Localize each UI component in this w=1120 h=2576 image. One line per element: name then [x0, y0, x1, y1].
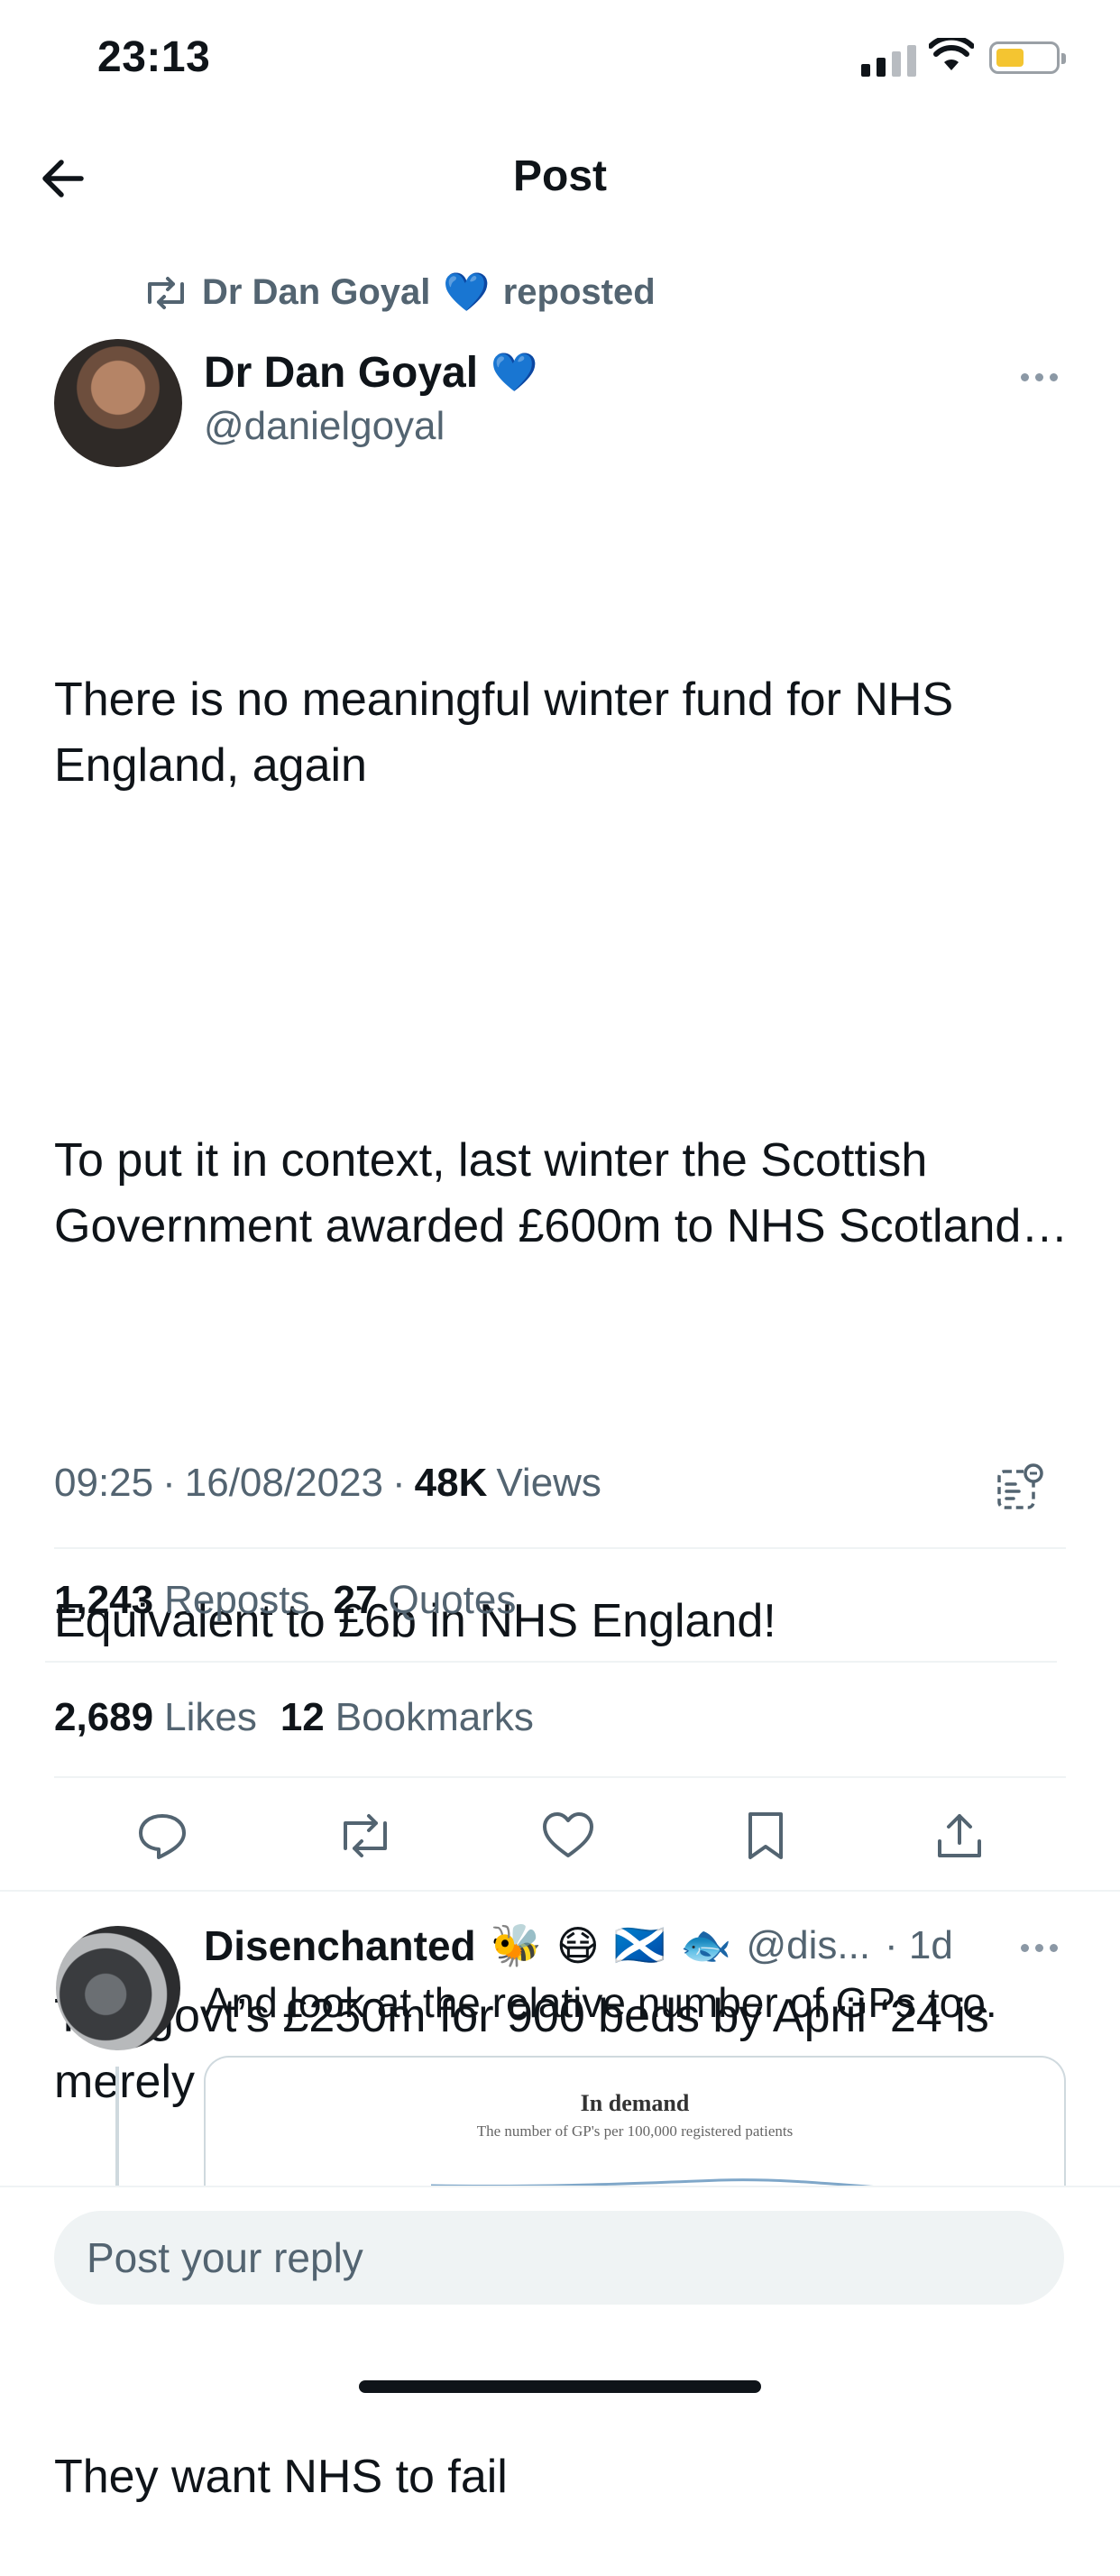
- post-time: 09:25: [54, 1461, 154, 1505]
- fish-emoji: 🐟: [680, 1921, 732, 1968]
- more-options-icon[interactable]: [1021, 1944, 1058, 1952]
- reply-avatar[interactable]: [56, 1926, 180, 2050]
- repost-icon[interactable]: [336, 1809, 394, 1863]
- likes-stat[interactable]: 2,689 Likes: [54, 1695, 257, 1740]
- scotland-flag-emoji: 🏴󠁧󠁢󠁳󠁣󠁴󠁿: [613, 1921, 666, 1968]
- repost-context: Dr Dan Goyal 💙 reposted: [142, 270, 656, 315]
- reposts-label: Reposts: [164, 1578, 310, 1622]
- stats-row-1: 1,243 Reposts 27 Quotes: [54, 1578, 516, 1623]
- card-chart-title: In demand: [580, 2090, 690, 2116]
- quotes-stat[interactable]: 27 Quotes: [334, 1578, 517, 1623]
- reply-age: · 1d: [885, 1922, 953, 1967]
- reply-icon[interactable]: [135, 1809, 189, 1863]
- reply-input[interactable]: [54, 2211, 1064, 2305]
- card-chart-subtitle: The number of GP's per 100,000 registere…: [476, 2122, 794, 2140]
- likes-label: Likes: [164, 1695, 257, 1739]
- reply-media-card[interactable]: In demand The number of GP's per 100,000…: [204, 2056, 1066, 2202]
- views-count: 48K: [414, 1461, 488, 1505]
- analytics-icon[interactable]: [996, 1462, 1046, 1513]
- avatar[interactable]: [54, 339, 182, 467]
- bookmark-icon[interactable]: [743, 1809, 788, 1863]
- divider: [54, 1547, 1066, 1549]
- divider: [54, 1776, 1066, 1778]
- mask-face-emoji: 😷: [555, 1921, 600, 1969]
- reply-author-name[interactable]: Disenchanted: [204, 1921, 476, 1970]
- page-title: Post: [512, 152, 607, 200]
- home-indicator[interactable]: [359, 2380, 761, 2393]
- blue-heart-emoji: 💙: [491, 351, 538, 393]
- bookmarks-stat[interactable]: 12 Bookmarks: [280, 1695, 534, 1740]
- post-paragraph: They want NHS to fail: [54, 2451, 508, 2503]
- views-label: Views: [496, 1461, 601, 1505]
- post-date: 16/08/2023: [184, 1461, 383, 1505]
- post-paragraph: There is no meaningful winter fund for N…: [54, 674, 967, 792]
- arrow-left-icon[interactable]: [36, 151, 90, 206]
- wifi-icon: [929, 38, 974, 70]
- reposts-stat[interactable]: 1,243 Reposts: [54, 1578, 310, 1623]
- reply-header[interactable]: Disenchanted 🐝 😷 🏴󠁧󠁢󠁳󠁣󠁴󠁿 🐟 @dis... · 1d: [204, 1921, 953, 1970]
- battery-icon: [989, 41, 1066, 74]
- post-paragraph: To put it in context, last winter the Sc…: [54, 1134, 1069, 1252]
- action-bar: [54, 1809, 1066, 1863]
- author-handle[interactable]: @danielgoyal: [204, 404, 445, 449]
- share-icon[interactable]: [934, 1809, 985, 1863]
- quotes-count: 27: [333, 1578, 378, 1622]
- blue-heart-emoji: 💙: [443, 270, 491, 313]
- bee-emoji: 🐝: [490, 1921, 542, 1968]
- bookmarks-count: 12: [280, 1695, 325, 1739]
- quotes-label: Quotes: [388, 1578, 517, 1622]
- post-meta: 09:25 · 16/08/2023 · 48K Views: [54, 1461, 601, 1505]
- repost-icon: [148, 276, 184, 309]
- likes-count: 2,689: [54, 1695, 154, 1739]
- divider: [0, 1890, 1120, 1892]
- repost-suffix: reposted: [502, 272, 656, 312]
- reposter-name[interactable]: Dr Dan Goyal: [202, 272, 430, 313]
- bookmarks-label: Bookmarks: [335, 1695, 534, 1739]
- cellular-signal-icon: [861, 45, 916, 77]
- more-options-icon[interactable]: [1021, 373, 1058, 381]
- like-heart-icon[interactable]: [540, 1809, 596, 1863]
- author-name-row[interactable]: Dr Dan Goyal 💙: [204, 348, 537, 398]
- divider: [45, 1661, 1057, 1663]
- reply-text: And look at the relative number of GPs t…: [204, 1979, 997, 2026]
- stats-row-2: 2,689 Likes 12 Bookmarks: [54, 1695, 534, 1740]
- author-name[interactable]: Dr Dan Goyal: [204, 348, 478, 398]
- status-time: 23:13: [97, 33, 211, 81]
- thread-connector-line: [115, 2067, 119, 2193]
- reply-handle[interactable]: @dis...: [746, 1923, 870, 1968]
- reposts-count: 1,243: [54, 1578, 154, 1622]
